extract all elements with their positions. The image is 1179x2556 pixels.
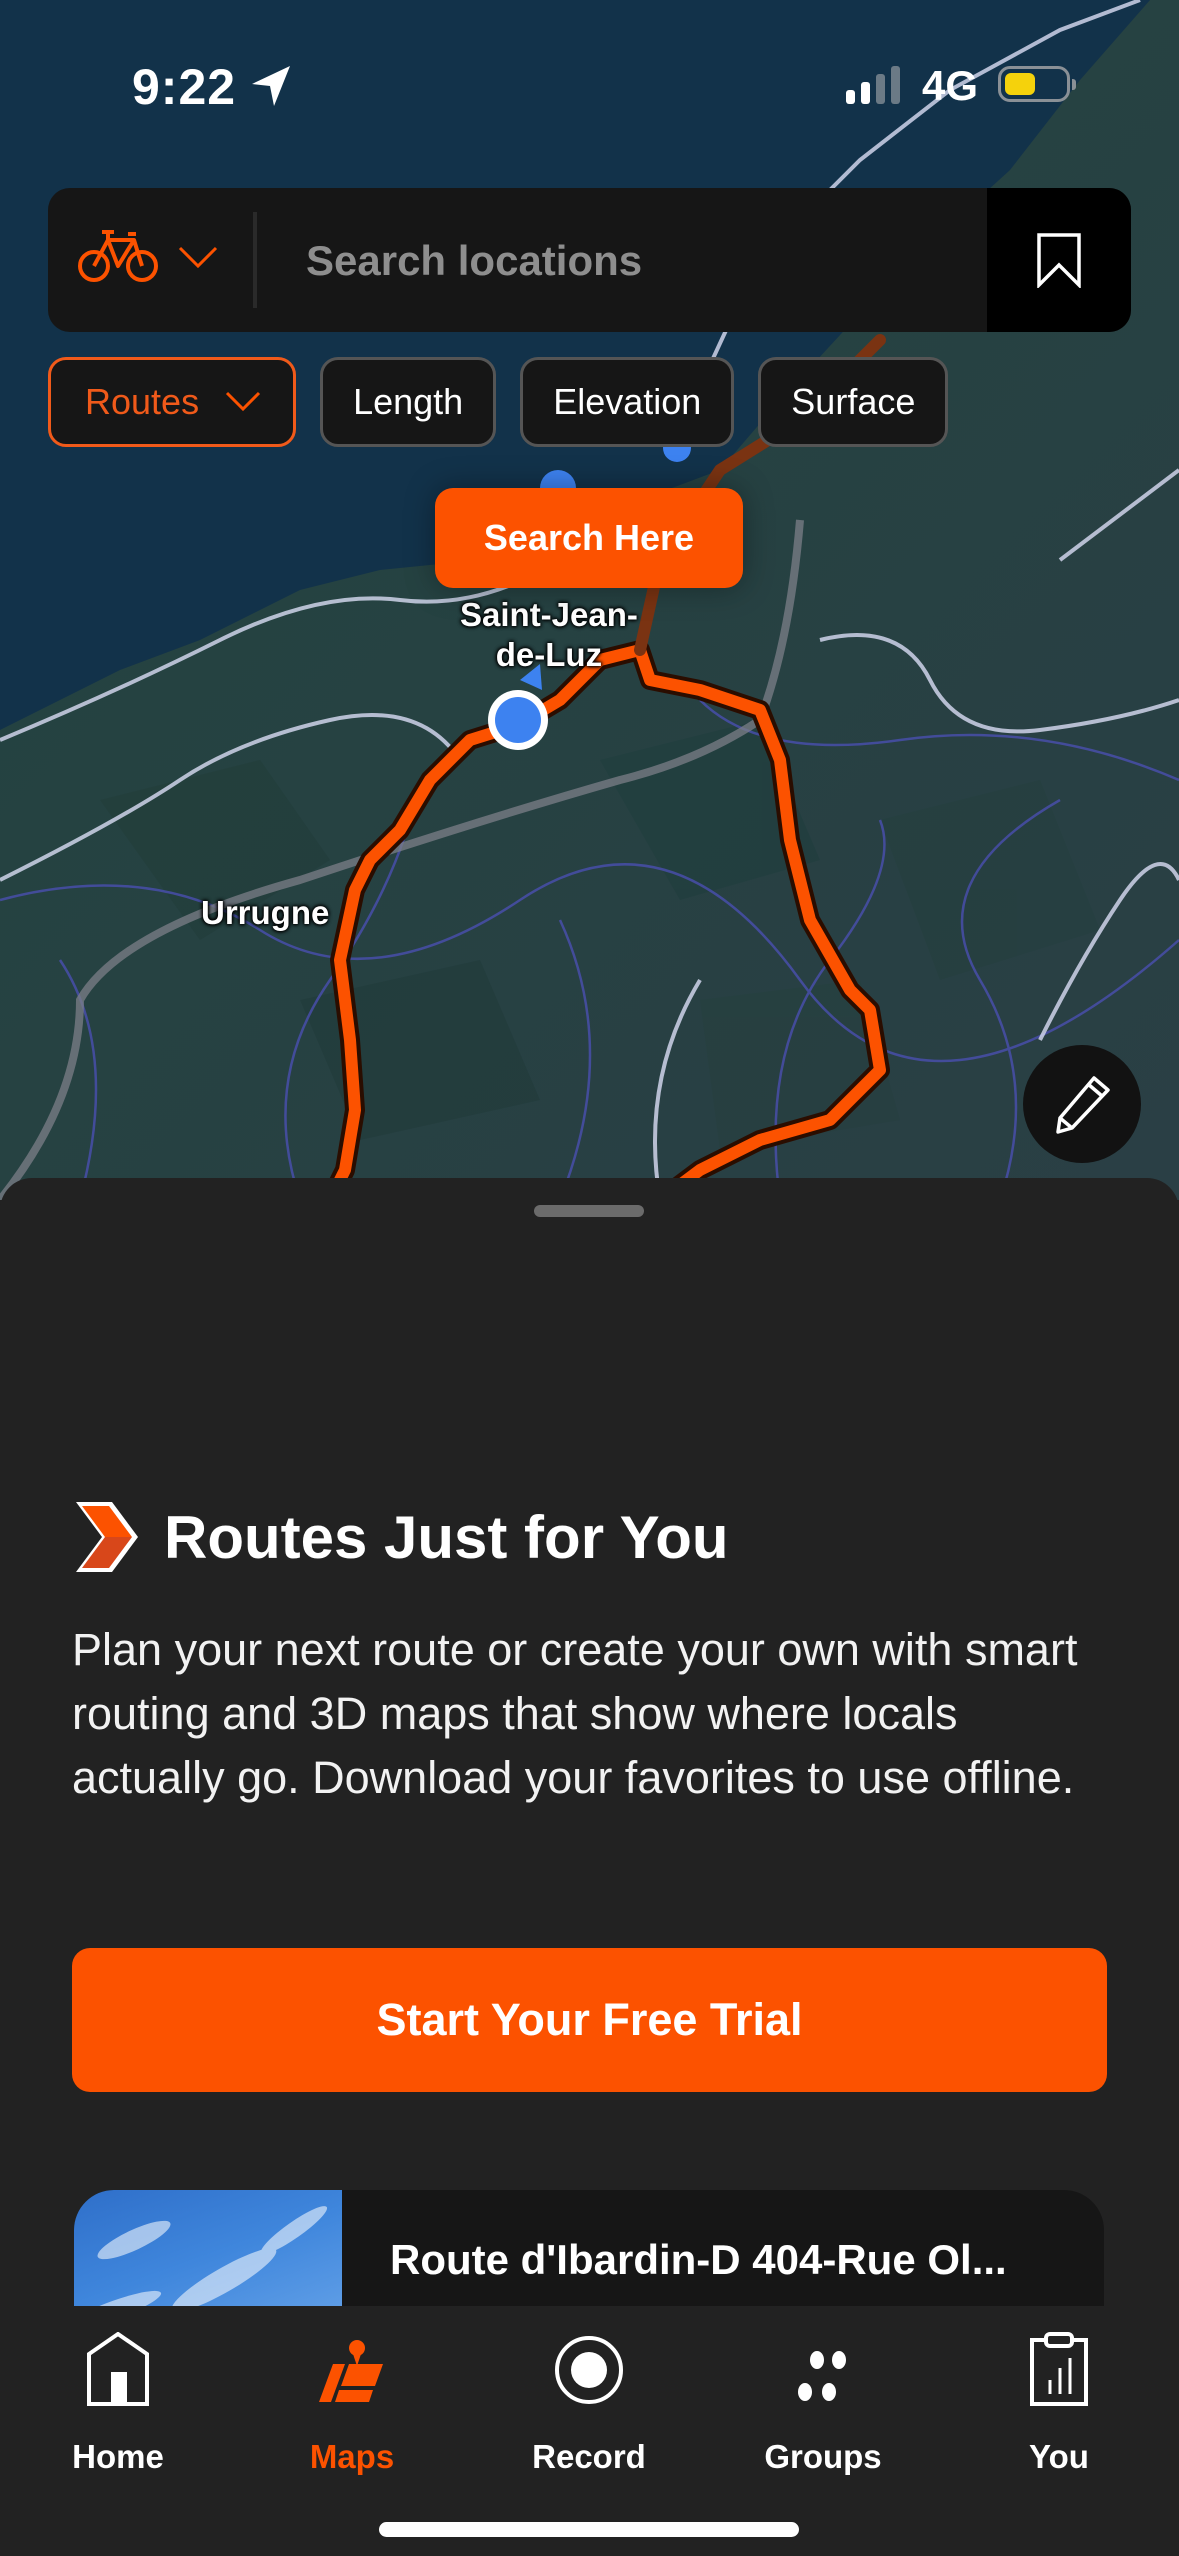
cellular-signal-icon xyxy=(846,66,900,104)
filter-length[interactable]: Length xyxy=(320,357,497,447)
tab-label: Maps xyxy=(309,2438,395,2475)
bike-icon[interactable] xyxy=(78,226,158,286)
tab-home[interactable]: Home xyxy=(28,2320,208,2476)
promo-title: Routes Just for You xyxy=(164,1503,729,1571)
promo-header: Routes Just for You xyxy=(72,1500,729,1574)
filter-surface[interactable]: Surface xyxy=(758,357,949,447)
tab-bar: Home Maps Record Groups You xyxy=(0,2306,1179,2556)
place-label-saint-jean-de-luz: Saint-Jean-de-Luz xyxy=(460,596,638,673)
sheet-grabber[interactable] xyxy=(534,1205,644,1217)
filter-label: Routes xyxy=(85,381,200,422)
start-free-trial-button[interactable]: Start Your Free Trial xyxy=(72,1948,1107,2092)
divider xyxy=(253,212,257,308)
place-label-urrugne: Urrugne xyxy=(201,894,330,931)
draw-route-button[interactable] xyxy=(1023,1045,1141,1163)
chevron-down-icon xyxy=(226,391,261,412)
saved-button[interactable] xyxy=(987,188,1131,332)
bookmark-icon xyxy=(1037,233,1081,288)
route-card-title: Route d'Ibardin-D 404-Rue Ol... xyxy=(390,2236,1007,2283)
record-icon xyxy=(555,2336,623,2404)
strava-chevron-icon xyxy=(76,1502,138,1572)
network-type: 4G xyxy=(922,62,979,109)
tab-label: Groups xyxy=(764,2438,882,2475)
tab-label: Home xyxy=(72,2438,164,2475)
promo-description: Plan your next route or create your own … xyxy=(72,1624,1078,1803)
chevron-down-icon[interactable] xyxy=(178,246,218,270)
location-arrow-icon xyxy=(252,66,290,106)
tab-groups[interactable]: Groups xyxy=(733,2320,913,2476)
filter-elevation[interactable]: Elevation xyxy=(520,357,735,447)
search-here-button[interactable]: Search Here xyxy=(435,488,743,588)
groups-icon xyxy=(798,2351,846,2401)
status-bar: 9:22 4G xyxy=(0,0,1179,170)
filter-chips: Routes Length Elevation Surface xyxy=(48,357,949,447)
home-icon xyxy=(87,2332,149,2406)
tab-you[interactable]: You xyxy=(969,2320,1149,2476)
map-view[interactable]: Saint-Jean-de-Luz Urrugne Search Here xyxy=(0,0,1179,1200)
home-indicator[interactable] xyxy=(379,2522,799,2537)
tab-maps[interactable]: Maps xyxy=(262,2320,442,2476)
clipboard-stats-icon xyxy=(1030,2332,1088,2406)
tab-label: You xyxy=(1029,2438,1089,2475)
status-time: 9:22 xyxy=(132,59,237,115)
pencil-icon xyxy=(1056,1076,1110,1134)
filter-routes[interactable]: Routes xyxy=(48,357,297,447)
tab-record[interactable]: Record xyxy=(499,2320,679,2476)
tab-label: Record xyxy=(532,2438,646,2475)
battery-icon xyxy=(998,66,1076,102)
search-input[interactable] xyxy=(304,188,1008,332)
search-bar xyxy=(48,188,1131,332)
maps-icon xyxy=(319,2340,383,2402)
